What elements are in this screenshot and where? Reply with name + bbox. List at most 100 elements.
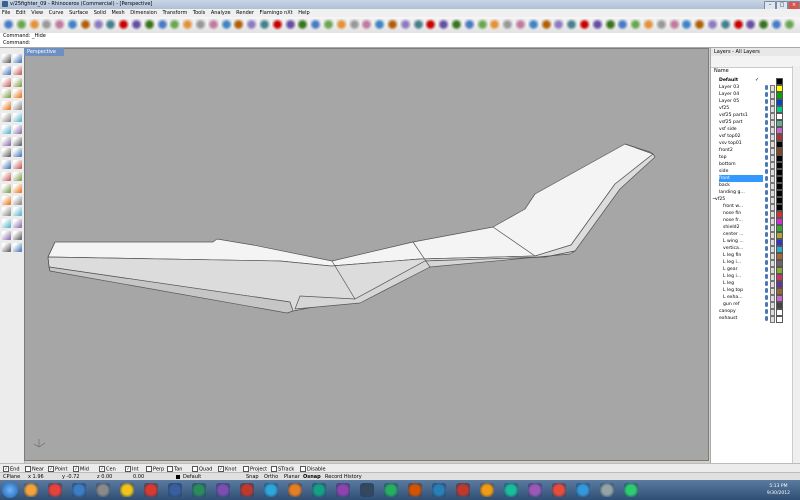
redo-icon[interactable] bbox=[105, 19, 117, 30]
layer-row[interactable]: L exha... bbox=[711, 294, 793, 302]
taskbar-app-icon[interactable] bbox=[168, 483, 182, 497]
layer-visibility-bulb-icon[interactable] bbox=[765, 106, 768, 111]
tool-icon[interactable] bbox=[13, 242, 22, 252]
layer-visibility-bulb-icon[interactable] bbox=[765, 197, 768, 202]
pan-icon[interactable] bbox=[732, 19, 744, 30]
layer-row[interactable]: Default ✓ bbox=[711, 77, 793, 85]
taskbar-app-icon[interactable] bbox=[120, 483, 134, 497]
tool-icon[interactable] bbox=[13, 219, 22, 229]
tool-icon[interactable] bbox=[13, 160, 22, 170]
layer-visibility-bulb-icon[interactable] bbox=[765, 232, 768, 237]
layer-row[interactable]: L leg fin bbox=[711, 252, 793, 260]
open-icon[interactable] bbox=[476, 19, 488, 30]
layer-row[interactable]: exhaust bbox=[711, 315, 793, 323]
rotate-icon[interactable] bbox=[591, 19, 603, 30]
start-button[interactable] bbox=[2, 482, 18, 498]
viewport-title-tab[interactable]: Perspective bbox=[24, 48, 64, 56]
layer-name[interactable]: canopy bbox=[719, 308, 763, 315]
tool-icon[interactable] bbox=[2, 219, 11, 229]
menu-tools[interactable]: Tools bbox=[191, 9, 207, 17]
layer-visibility-bulb-icon[interactable] bbox=[765, 302, 768, 307]
menu-help[interactable]: Help bbox=[296, 9, 311, 17]
copy-icon[interactable] bbox=[220, 19, 232, 30]
redo-icon[interactable] bbox=[412, 19, 424, 30]
layer-name[interactable]: L gear bbox=[723, 266, 763, 273]
layer-row[interactable]: nose fr... bbox=[711, 217, 793, 225]
layer-row[interactable]: landing g... bbox=[711, 189, 793, 197]
taskbar-app-icon[interactable] bbox=[552, 483, 566, 497]
layer-name[interactable]: landing g... bbox=[719, 189, 763, 196]
layer-visibility-bulb-icon[interactable] bbox=[765, 190, 768, 195]
layer-visibility-bulb-icon[interactable] bbox=[765, 218, 768, 223]
taskbar-app-icon[interactable] bbox=[48, 483, 62, 497]
layer-name[interactable]: bottom bbox=[719, 161, 763, 168]
tool-icon[interactable] bbox=[2, 54, 11, 63]
collapse-icon[interactable]: − bbox=[712, 196, 716, 203]
layer-name[interactable]: front2 bbox=[719, 147, 763, 154]
taskbar-app-icon[interactable] bbox=[528, 483, 542, 497]
layer-visibility-bulb-icon[interactable] bbox=[765, 239, 768, 244]
layer-row[interactable]: vsf top02 bbox=[711, 133, 793, 141]
tool-icon[interactable] bbox=[13, 183, 22, 193]
layer-name[interactable]: vsv top01 bbox=[719, 140, 763, 147]
layer-visibility-bulb-icon[interactable] bbox=[765, 309, 768, 314]
cut-icon[interactable] bbox=[207, 19, 219, 30]
taskbar-app-icon[interactable] bbox=[624, 483, 638, 497]
layer-name[interactable]: L leg i... bbox=[723, 273, 763, 280]
taskbar-app-icon[interactable] bbox=[408, 483, 422, 497]
tool-icon[interactable] bbox=[2, 172, 11, 181]
redo-icon[interactable] bbox=[259, 19, 270, 30]
tool-icon[interactable] bbox=[13, 136, 22, 146]
layer-name[interactable]: L exha... bbox=[723, 294, 763, 301]
layer-name[interactable]: L wing ... bbox=[723, 238, 763, 245]
paste-icon[interactable] bbox=[694, 19, 706, 30]
layer-name[interactable]: L leg bbox=[723, 280, 763, 287]
layer-visibility-bulb-icon[interactable] bbox=[765, 260, 768, 265]
open-icon[interactable] bbox=[15, 19, 27, 30]
layer-row[interactable]: vsf25 part bbox=[711, 119, 793, 127]
copy-icon[interactable] bbox=[681, 19, 693, 30]
tool-icon[interactable] bbox=[13, 77, 22, 87]
zoom-icon[interactable] bbox=[758, 19, 770, 30]
layer-visibility-bulb-icon[interactable] bbox=[765, 253, 768, 258]
taskbar-app-icon[interactable] bbox=[336, 483, 350, 497]
print-icon[interactable] bbox=[195, 19, 206, 30]
layer-row[interactable]: front w... bbox=[711, 203, 793, 211]
layer-name[interactable]: exhaust bbox=[719, 315, 763, 322]
tool-icon[interactable] bbox=[13, 113, 22, 122]
zoom-icon[interactable] bbox=[143, 19, 155, 30]
rotate-icon[interactable] bbox=[438, 19, 450, 30]
undo-icon[interactable] bbox=[707, 19, 718, 30]
layer-row[interactable]: L wing ... bbox=[711, 238, 793, 246]
new-file-icon[interactable] bbox=[463, 19, 475, 30]
tool-icon[interactable] bbox=[13, 101, 22, 111]
new-file-icon[interactable] bbox=[771, 19, 782, 30]
new-file-icon[interactable] bbox=[156, 19, 168, 30]
undo-icon[interactable] bbox=[246, 19, 258, 30]
menu-analyze[interactable]: Analyze bbox=[209, 9, 233, 17]
taskbar-app-icon[interactable] bbox=[264, 483, 278, 497]
layer-name[interactable]: Layer 03 bbox=[719, 84, 763, 91]
taskbar-app-icon[interactable] bbox=[144, 483, 158, 497]
print-icon[interactable] bbox=[655, 19, 667, 30]
undo-icon[interactable] bbox=[92, 19, 104, 30]
new-file-icon[interactable] bbox=[310, 19, 322, 30]
layer-row[interactable]: shield2 bbox=[711, 224, 793, 232]
layer-name[interactable]: Layer 04 bbox=[719, 91, 763, 98]
menu-transform[interactable]: Transform bbox=[160, 9, 189, 17]
tool-icon[interactable] bbox=[13, 172, 22, 181]
layer-name[interactable]: vertica... bbox=[723, 245, 763, 252]
menu-view[interactable]: View bbox=[29, 9, 45, 17]
layer-visibility-bulb-icon[interactable] bbox=[765, 246, 768, 251]
layer-lock-icon[interactable] bbox=[770, 316, 775, 323]
layer-name[interactable]: front bbox=[719, 175, 763, 182]
save-icon[interactable] bbox=[489, 19, 501, 30]
layer-row[interactable]: Layer 04 bbox=[711, 91, 793, 99]
taskbar-app-icon[interactable] bbox=[72, 483, 86, 497]
layer-row[interactable]: top bbox=[711, 154, 793, 162]
taskbar-app-icon[interactable] bbox=[600, 483, 614, 497]
layer-name[interactable]: vf25 bbox=[715, 196, 763, 203]
pan-icon[interactable] bbox=[425, 19, 437, 30]
tool-icon[interactable] bbox=[13, 148, 22, 158]
save-icon[interactable] bbox=[335, 19, 347, 30]
